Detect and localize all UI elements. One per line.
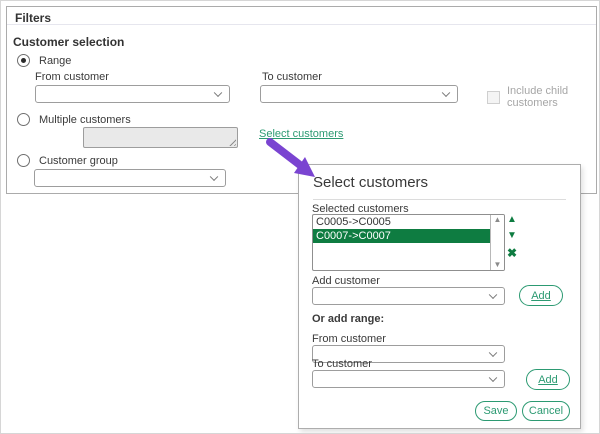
range-to-customer-label: To customer (312, 358, 372, 370)
add-customer-button[interactable]: Add (519, 285, 563, 306)
divider (313, 199, 566, 200)
include-child-customers-option: Include child customers (487, 85, 596, 109)
list-controls: ▲ ▼ ✖ (504, 215, 520, 259)
to-customer-dropdown[interactable] (260, 85, 458, 103)
or-add-range-label: Or add range: (312, 313, 384, 325)
resize-handle-icon (227, 137, 236, 146)
remove-icon[interactable]: ✖ (507, 247, 517, 259)
move-up-icon[interactable]: ▲ (507, 215, 517, 225)
chevron-down-icon (214, 89, 222, 97)
cancel-button[interactable]: Cancel (522, 401, 570, 421)
save-button-label: Save (483, 405, 508, 417)
chevron-down-icon (489, 374, 497, 382)
range-to-customer-dropdown[interactable] (312, 370, 505, 388)
list-item[interactable]: C0005->C0005 (313, 215, 490, 229)
select-customers-dialog: Select customers Selected customers C000… (298, 164, 581, 429)
chevron-down-icon (210, 173, 218, 181)
to-customer-label: To customer (262, 71, 322, 83)
radio-range[interactable]: Range (17, 54, 71, 67)
dialog-title: Select customers (313, 174, 428, 191)
chevron-down-icon (442, 89, 450, 97)
chevron-down-icon (489, 349, 497, 357)
multiple-customers-textarea (83, 127, 238, 148)
from-customer-dropdown[interactable] (35, 85, 230, 103)
radio-button-icon[interactable] (17, 54, 30, 67)
add-range-button[interactable]: Add (526, 369, 570, 390)
selected-customers-listbox[interactable]: C0005->C0005 C0007->C0007 ▲ ▼ (312, 214, 505, 271)
list-item[interactable]: C0007->C0007 (313, 229, 490, 243)
radio-range-label: Range (39, 55, 71, 67)
radio-button-icon[interactable] (17, 113, 30, 126)
chevron-down-icon (489, 291, 497, 299)
radio-multiple-customers[interactable]: Multiple customers (17, 113, 131, 126)
screen: Filters Customer selection Range From cu… (0, 0, 600, 434)
listbox-scrollbar[interactable]: ▲ ▼ (490, 215, 504, 270)
include-child-customers-label: Include child customers (507, 85, 596, 109)
scroll-up-icon[interactable]: ▲ (494, 216, 502, 224)
add-customer-label: Add customer (312, 275, 380, 287)
add-button-label: Add (531, 290, 551, 302)
customer-selection-heading: Customer selection (13, 35, 124, 49)
radio-button-icon[interactable] (17, 154, 30, 167)
radio-multiple-customers-label: Multiple customers (39, 114, 131, 126)
from-customer-label: From customer (35, 71, 109, 83)
radio-customer-group[interactable]: Customer group (17, 154, 118, 167)
checkbox-icon (487, 91, 500, 104)
cancel-button-label: Cancel (529, 405, 563, 417)
scroll-down-icon[interactable]: ▼ (494, 261, 502, 269)
radio-customer-group-label: Customer group (39, 155, 118, 167)
move-down-icon[interactable]: ▼ (507, 231, 517, 241)
filters-title: Filters (15, 11, 51, 25)
save-button[interactable]: Save (475, 401, 517, 421)
range-from-customer-label: From customer (312, 333, 386, 345)
add-range-button-label: Add (538, 374, 558, 386)
select-customers-link[interactable]: Select customers (259, 128, 343, 140)
divider (7, 24, 596, 25)
add-customer-dropdown[interactable] (312, 287, 505, 305)
customer-group-dropdown[interactable] (34, 169, 226, 187)
